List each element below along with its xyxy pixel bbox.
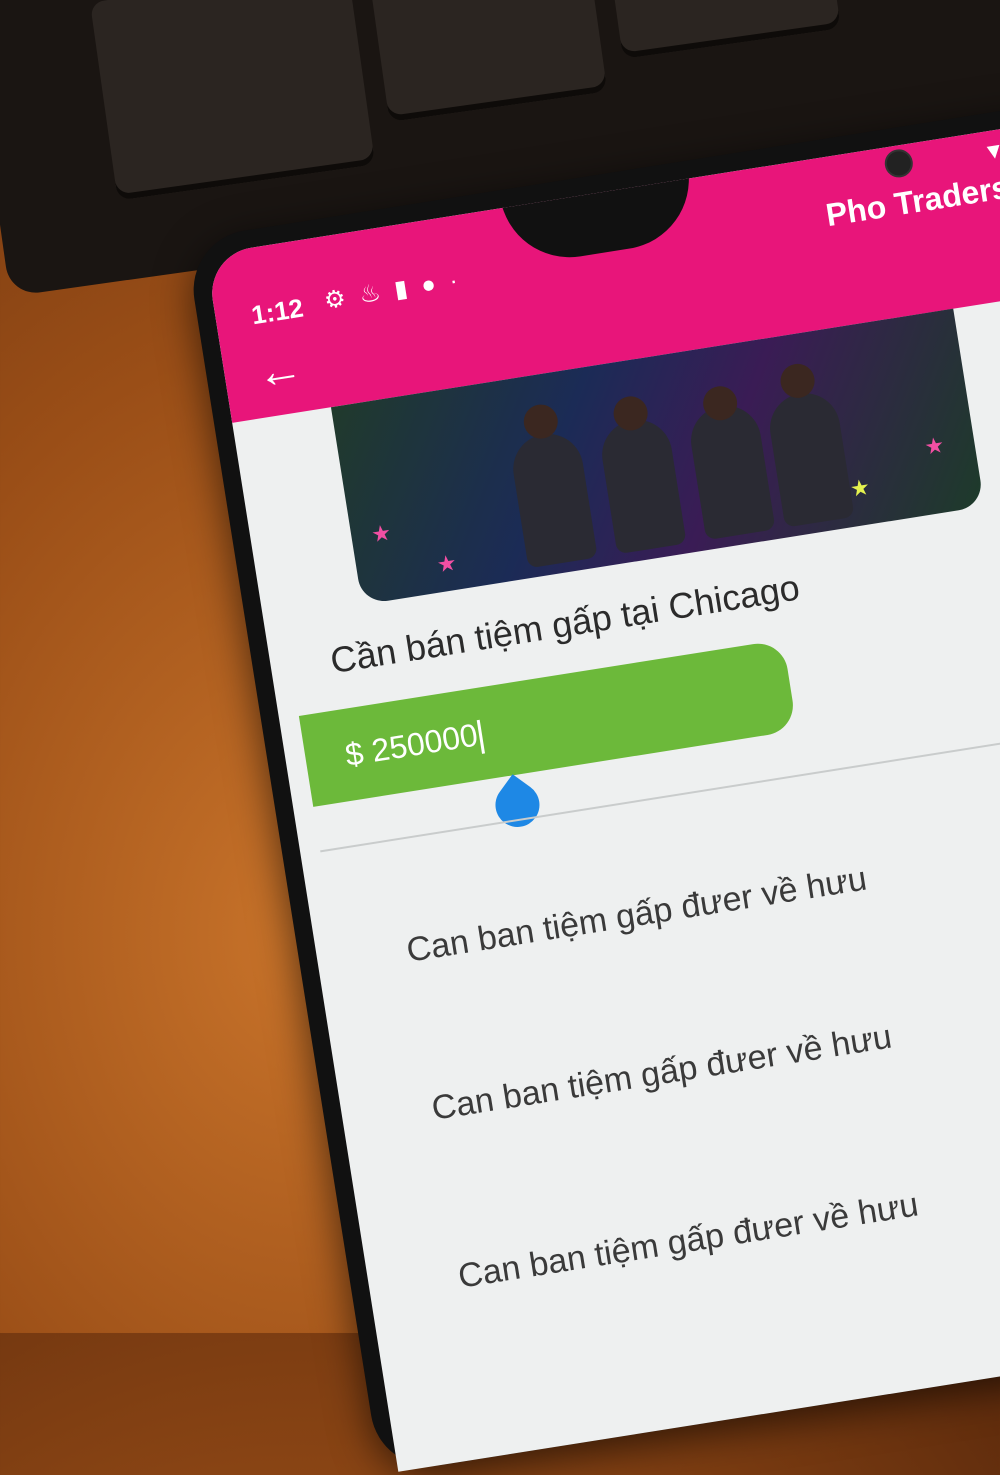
price-text[interactable]: $ 250000 — [343, 716, 486, 775]
status-icons: ⚙♨▮●· — [322, 264, 473, 316]
dot-icon: ● — [419, 268, 452, 300]
camera-icon — [882, 147, 915, 180]
app-title: Pho Traders — [823, 168, 1000, 234]
cake-icon: ♨ — [357, 277, 397, 310]
currency-symbol: $ — [342, 734, 366, 774]
price-value[interactable]: 250000 — [369, 717, 480, 769]
app-screen: 1:12 ⚙♨▮●· ▼ ▮ Pho Traders ← ★ ★ ★ ★ Cần… — [205, 119, 1000, 1472]
description-line[interactable]: Can ban tiệm gấp đưer về hưu — [456, 1185, 922, 1296]
gear-icon: ⚙ — [322, 282, 362, 315]
cursor-handle-icon[interactable] — [486, 774, 549, 836]
back-arrow-icon[interactable]: ← — [253, 341, 307, 400]
status-time: 1:12 — [249, 292, 306, 331]
description-line[interactable]: Can ban tiệm gấp đưer về hưu — [404, 860, 870, 971]
phone: 1:12 ⚙♨▮●· ▼ ▮ Pho Traders ← ★ ★ ★ ★ Cần… — [185, 99, 1000, 1475]
description-line[interactable]: Can ban tiệm gấp đưer về hưu — [429, 1018, 895, 1129]
wifi-icon: ▼ — [981, 136, 1000, 165]
small-dot-icon: · — [447, 264, 474, 295]
status-right-icons: ▼ ▮ — [981, 134, 1000, 166]
